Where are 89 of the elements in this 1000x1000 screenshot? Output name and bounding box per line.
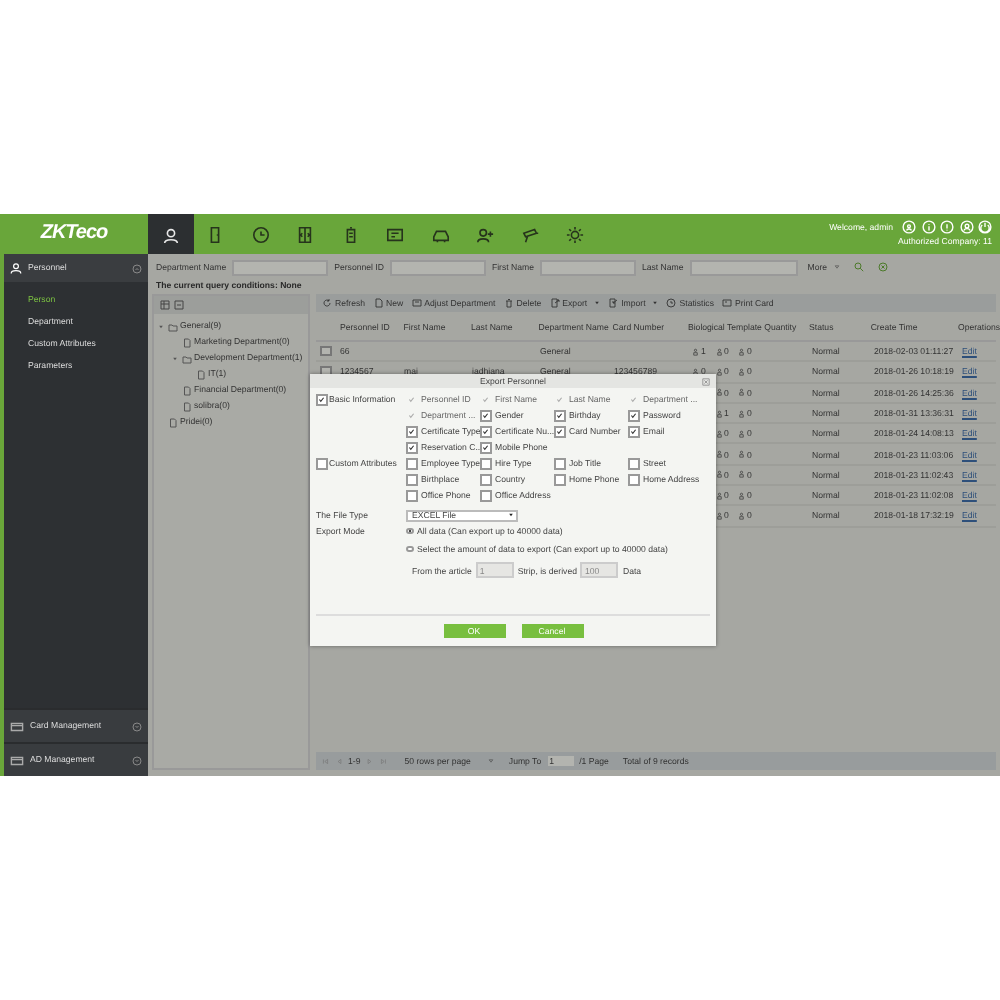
input-field[interactable] — [232, 259, 329, 275]
person-icon — [715, 470, 722, 479]
person-icon — [738, 388, 745, 397]
person-icon — [738, 409, 745, 418]
person-icon — [715, 347, 722, 356]
input-field[interactable] — [389, 259, 486, 275]
collapse-icon — [132, 263, 142, 273]
person-icon — [715, 388, 722, 397]
checkbox[interactable] — [406, 474, 417, 486]
input-field[interactable] — [689, 259, 798, 275]
close-icon — [702, 377, 710, 385]
car-icon — [431, 225, 450, 243]
radio-button[interactable] — [406, 527, 413, 535]
person-icon — [161, 225, 180, 243]
expand-all-icon — [160, 300, 170, 310]
door-icon — [206, 225, 225, 243]
radio-button[interactable] — [406, 545, 413, 553]
checkbox[interactable] — [480, 458, 491, 470]
person-icon — [738, 491, 745, 500]
person-icon — [738, 470, 745, 479]
caret-icon — [488, 758, 495, 764]
checkbox[interactable] — [480, 410, 491, 422]
person-icon — [738, 450, 745, 459]
check-icon — [318, 396, 325, 404]
checkbox[interactable] — [554, 410, 565, 422]
info-icon — [921, 220, 935, 235]
checkbox[interactable] — [406, 490, 417, 502]
document-icon — [181, 337, 191, 347]
person-add-icon — [476, 225, 495, 243]
person-icon — [692, 347, 699, 356]
person-icon — [715, 512, 722, 521]
collapse-all-icon — [174, 300, 184, 310]
person-icon — [738, 367, 745, 376]
checkbox[interactable] — [406, 458, 417, 470]
gear-icon — [566, 225, 585, 243]
import-icon — [608, 298, 619, 308]
person-icon — [715, 491, 722, 500]
checkbox[interactable] — [628, 410, 639, 422]
checkbox[interactable] — [628, 426, 639, 438]
new-icon — [373, 298, 384, 308]
checkbox[interactable] — [554, 426, 565, 438]
person-icon — [715, 450, 722, 459]
refresh-icon — [322, 298, 332, 308]
elevator-icon — [296, 225, 315, 243]
card-icon — [10, 753, 24, 767]
card-icon — [10, 719, 24, 733]
checkbox[interactable] — [406, 442, 417, 454]
folder-icon — [167, 321, 177, 331]
user-icon — [902, 220, 916, 235]
caret-icon — [833, 264, 840, 270]
clear-icon — [877, 262, 888, 272]
person-icon — [10, 262, 22, 274]
folder-icon — [181, 353, 191, 363]
checkbox[interactable] — [480, 442, 491, 454]
person-icon — [738, 512, 745, 521]
checkbox[interactable] — [554, 458, 565, 470]
card-icon — [721, 298, 732, 308]
checkbox[interactable] — [554, 474, 565, 486]
person-icon — [692, 367, 699, 376]
alert-icon — [940, 220, 954, 235]
delete-icon — [503, 298, 514, 308]
checkbox[interactable] — [316, 458, 327, 470]
expand-icon — [132, 755, 142, 765]
camera-icon — [521, 225, 540, 243]
badge-icon — [341, 225, 360, 243]
user-icon — [959, 220, 973, 235]
power-icon — [978, 220, 992, 235]
person-icon — [715, 409, 722, 418]
statistics-icon — [666, 298, 677, 308]
checkbox[interactable] — [480, 426, 491, 438]
export-icon — [549, 298, 560, 308]
person-icon — [738, 429, 745, 438]
clock-icon — [251, 225, 270, 243]
expand-icon — [132, 721, 142, 731]
caret-icon — [508, 512, 514, 518]
person-icon — [715, 429, 722, 438]
row-checkbox[interactable] — [320, 345, 332, 357]
checkbox[interactable] — [316, 394, 327, 406]
search-icon — [853, 262, 864, 272]
logo: ZKTeco — [40, 222, 108, 246]
person-icon — [715, 367, 722, 376]
checkbox[interactable] — [406, 426, 417, 438]
checkbox[interactable] — [480, 474, 491, 486]
checkbox[interactable] — [480, 490, 491, 502]
checkbox[interactable] — [628, 474, 639, 486]
person-icon — [738, 347, 745, 356]
checkbox[interactable] — [628, 458, 639, 470]
module-tab[interactable] — [148, 214, 193, 254]
input-field[interactable] — [539, 259, 636, 275]
